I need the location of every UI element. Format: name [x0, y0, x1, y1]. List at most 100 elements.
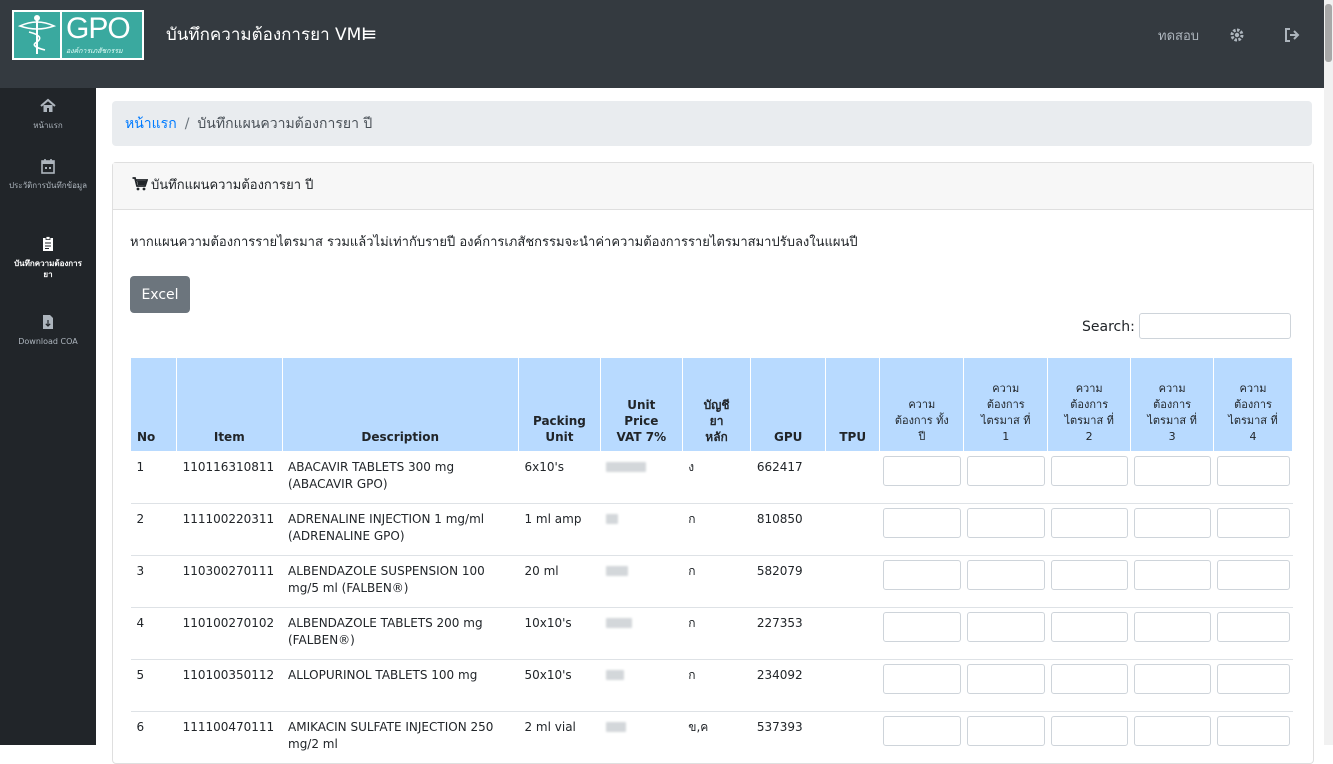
cell-gpu: 810850 — [750, 503, 826, 556]
q1-demand-input[interactable] — [966, 612, 1045, 642]
cell-q2 — [1047, 451, 1131, 504]
logo-text: GPO — [66, 12, 131, 45]
q3-demand-input[interactable] — [1133, 664, 1211, 694]
q3-demand-input[interactable] — [1133, 716, 1211, 746]
annual-demand-input[interactable] — [882, 560, 961, 590]
annual-demand-input[interactable] — [882, 612, 961, 642]
cell-gpu: 234092 — [750, 659, 826, 712]
column-header-item[interactable]: Item — [176, 357, 283, 452]
q1-demand-input[interactable] — [966, 664, 1045, 694]
q2-demand-input[interactable] — [1050, 716, 1128, 746]
column-header-q4[interactable]: ความ ต้องการ ไตรมาส ที่ 4 — [1213, 357, 1293, 452]
cell-q4 — [1213, 555, 1293, 608]
annual-demand-input[interactable] — [882, 664, 961, 694]
page-scrollbar[interactable] — [1324, 0, 1333, 745]
q1-demand-input[interactable] — [966, 716, 1045, 746]
q1-demand-input[interactable] — [966, 456, 1045, 486]
redacted-price — [606, 462, 647, 472]
q2-demand-input[interactable] — [1050, 560, 1128, 590]
breadcrumb-home-link[interactable]: หน้าแรก — [125, 116, 177, 132]
q2-demand-input[interactable] — [1050, 612, 1128, 642]
column-header-tpu[interactable]: TPU — [825, 357, 881, 452]
q1-demand-input[interactable] — [966, 508, 1045, 538]
annual-demand-input[interactable] — [882, 508, 961, 538]
cell-q1 — [963, 659, 1048, 712]
cell-no: 6 — [130, 711, 177, 764]
cell-description: ALBENDAZOLE SUSPENSION 100 mg/5 ml (FALB… — [282, 555, 519, 608]
table-row: 4 110100270102 ALBENDAZOLE TABLETS 200 mg … — [130, 607, 1293, 660]
sidebar-item-label: Download COA — [18, 337, 78, 346]
column-header-description[interactable]: Description — [281, 357, 519, 452]
q4-demand-input[interactable] — [1216, 456, 1290, 486]
cell-packing-unit: 50x10's — [518, 659, 601, 712]
q2-demand-input[interactable] — [1050, 508, 1128, 538]
column-header-gpu[interactable]: GPU — [750, 357, 827, 452]
column-header-annual[interactable]: ความ ต้องการ ทั้งปี — [879, 357, 965, 452]
cell-description: AMIKACIN SULFATE INJECTION 250 mg/2 ml — [282, 711, 519, 764]
column-header-q1[interactable]: ความ ต้องการ ไตรมาส ที่ 1 — [963, 357, 1049, 452]
excel-export-button[interactable]: Excel — [130, 276, 190, 313]
q4-demand-input[interactable] — [1216, 664, 1290, 694]
cell-packing-unit: 20 ml — [518, 555, 601, 608]
cell-tpu — [825, 711, 880, 764]
search-input[interactable] — [1139, 313, 1291, 339]
q3-demand-input[interactable] — [1133, 456, 1211, 486]
column-header-drug-list[interactable]: บัญชี ยา หลัก — [681, 357, 752, 452]
sidebar-item-label: ประวัติการบันทึกข้อมูล — [8, 181, 88, 190]
cell-packing-unit: 6x10's — [518, 451, 601, 504]
gpo-wordmark: GPO องค์การเภสัชกรรม — [62, 12, 142, 58]
cell-q1 — [963, 451, 1048, 504]
cell-unit-price — [600, 555, 683, 608]
cell-q3 — [1130, 711, 1214, 764]
sidebar-item-home[interactable]: หน้าแรก — [0, 98, 96, 131]
cell-tpu — [825, 503, 880, 556]
user-name[interactable]: ทดสอบ — [1158, 28, 1199, 46]
q3-demand-input[interactable] — [1133, 612, 1211, 642]
cell-description: ALBENDAZOLE TABLETS 200 mg (FALBEN®) — [282, 607, 519, 660]
cell-description: ADRENALINE INJECTION 1 mg/ml (ADRENALINE… — [282, 503, 519, 556]
sidebar-item-download-coa[interactable]: Download COA — [0, 314, 96, 347]
q1-demand-input[interactable] — [966, 560, 1045, 590]
redacted-price — [606, 618, 633, 628]
scrollbar-thumb[interactable] — [1325, 4, 1332, 62]
q4-demand-input[interactable] — [1216, 560, 1290, 590]
annual-demand-input[interactable] — [882, 456, 961, 486]
sign-out-icon[interactable] — [1284, 27, 1300, 48]
cell-gpu: 662417 — [750, 451, 826, 504]
column-header-packing-unit[interactable]: Packing Unit — [517, 357, 601, 452]
redacted-price — [606, 670, 625, 680]
home-icon — [0, 98, 96, 118]
cell-item: 110100350112 — [176, 659, 282, 712]
gpo-logo[interactable]: GPO องค์การเภสัชกรรม — [12, 10, 144, 60]
cell-tpu — [825, 659, 880, 712]
cell-q3 — [1130, 451, 1214, 504]
logo-subtext: องค์การเภสัชกรรม — [66, 47, 123, 55]
q4-demand-input[interactable] — [1216, 716, 1290, 746]
cell-annual — [879, 503, 964, 556]
q4-demand-input[interactable] — [1216, 612, 1290, 642]
column-header-no[interactable]: No — [129, 357, 178, 452]
cell-tpu — [825, 607, 880, 660]
annual-demand-input[interactable] — [882, 716, 961, 746]
redacted-price — [606, 566, 629, 576]
gear-icon[interactable] — [1229, 27, 1245, 47]
column-header-q3[interactable]: ความ ต้องการ ไตรมาส ที่ 3 — [1130, 357, 1215, 452]
clipboard-icon — [0, 236, 96, 256]
cell-q2 — [1047, 659, 1131, 712]
sidebar-item-label: หน้าแรก — [33, 121, 63, 130]
q2-demand-input[interactable] — [1050, 456, 1128, 486]
cell-q2 — [1047, 711, 1131, 764]
q3-demand-input[interactable] — [1133, 560, 1211, 590]
column-header-q2[interactable]: ความ ต้องการ ไตรมาส ที่ 2 — [1047, 357, 1132, 452]
q2-demand-input[interactable] — [1050, 664, 1128, 694]
table-row: 1 110116310811 ABACAVIR TABLETS 300 mg (AB… — [130, 451, 1293, 504]
q4-demand-input[interactable] — [1216, 508, 1290, 538]
sidebar-item-record-demand[interactable]: บันทึกความต้องการยา — [0, 236, 96, 280]
q3-demand-input[interactable] — [1133, 508, 1211, 538]
column-header-unit-price[interactable]: Unit Price VAT 7% — [599, 357, 683, 452]
sidebar-item-history[interactable]: ประวัติการบันทึกข้อมูล — [0, 158, 96, 191]
cell-tpu — [825, 555, 880, 608]
cell-unit-price — [600, 659, 683, 712]
cell-drug-list: ก — [682, 503, 751, 556]
hamburger-icon[interactable]: ≡ — [362, 22, 377, 48]
